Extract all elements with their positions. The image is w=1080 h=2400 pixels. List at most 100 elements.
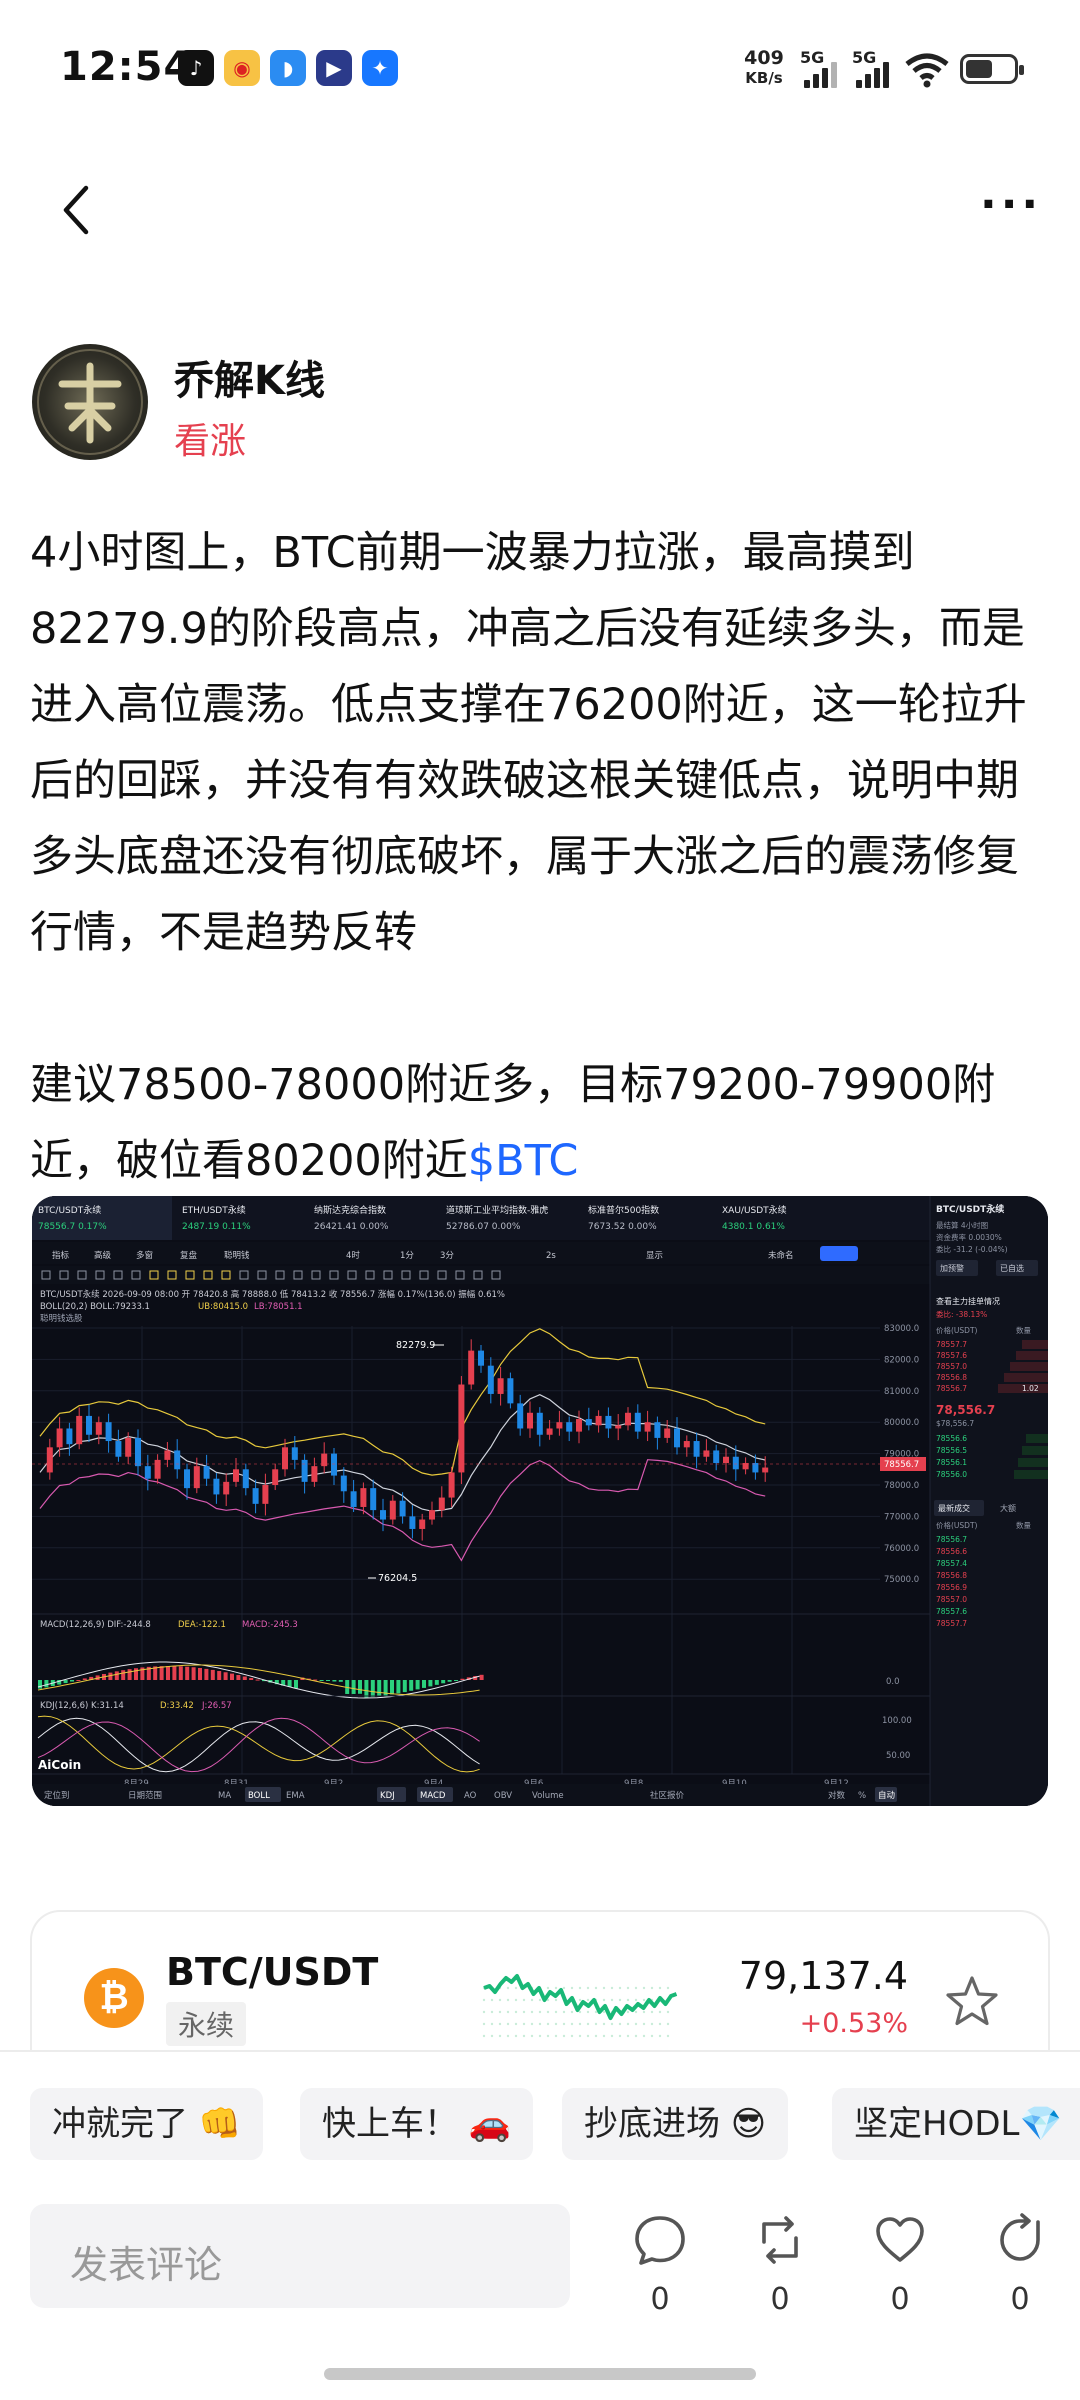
candle-body (242, 1469, 249, 1489)
share-button[interactable]: 0 (980, 2212, 1060, 2322)
macd-bar (364, 1680, 369, 1698)
chart-bottom-item-0[interactable]: 定位到 (44, 1790, 70, 1801)
chart-bottom-item-8[interactable]: OBV (494, 1791, 512, 1801)
repost-button[interactable]: 0 (740, 2212, 820, 2322)
side-info-3: 委比 -31.2 (-0.04%) (936, 1244, 1008, 1254)
share-count: 0 (1010, 2282, 1030, 2317)
reaction-chip-4[interactable]: 坚定HODL💎 (832, 2088, 1080, 2160)
macd-bar (396, 1680, 401, 1694)
chart-low-label: 76204.5 (378, 1573, 417, 1584)
chart-tab-3[interactable]: 道琼斯工业平均指数-雅虎 (446, 1204, 548, 1216)
candle-body (213, 1478, 220, 1495)
chart-toolbar-item-3[interactable]: 复盘 (180, 1250, 198, 1261)
chart-toolbar-item-1[interactable]: 高级 (94, 1250, 112, 1261)
chart-bottom-item-2[interactable]: MA (218, 1791, 231, 1801)
chart-price-tick: 80000.0 (884, 1418, 919, 1428)
comment-input[interactable]: 发表评论 (30, 2204, 570, 2308)
chart-toolbar-item-9[interactable]: 显示 (646, 1251, 663, 1261)
candle-body (105, 1422, 112, 1442)
chart-bottom-item-9[interactable]: Volume (532, 1791, 564, 1801)
macd-bar (370, 1680, 375, 1697)
candle-body (301, 1459, 308, 1482)
chart-tab-2[interactable]: 纳斯达克综合指数 (314, 1204, 386, 1216)
candle-body (233, 1469, 239, 1482)
candle-body (595, 1415, 602, 1426)
side-watch-button[interactable]: 已自选 (1000, 1263, 1024, 1273)
side-header-qty: 数量 (1016, 1325, 1032, 1335)
chart-bottom-item-10[interactable]: 社区报价 (650, 1790, 685, 1801)
chart-bottom-item-3[interactable]: BOLL (248, 1791, 270, 1801)
side-ask-row: 78557.7 (936, 1340, 967, 1349)
ticker-card[interactable]: ₿ BTC/USDT 永续 79,137.4 +0.53% (30, 1910, 1050, 2050)
chart-toolbar-item-2[interactable]: 多窗 (136, 1250, 153, 1261)
candle-body (340, 1475, 347, 1492)
candle-body (605, 1415, 612, 1429)
back-button[interactable] (56, 180, 106, 240)
macd-bar (223, 1672, 228, 1680)
candle-body (95, 1422, 102, 1435)
side-bid-row: 78556.5 (936, 1446, 967, 1455)
chart-tab-5[interactable]: XAU/USDT永续 (722, 1204, 787, 1216)
chart-toolbar-item-7[interactable]: 3分 (440, 1251, 454, 1261)
side-qty-hint: 1.02 (1022, 1384, 1039, 1393)
chart-bottom-item-7[interactable]: AO (464, 1791, 477, 1801)
candle-body (252, 1488, 259, 1504)
side-tab-latest[interactable]: 最新成交 (938, 1503, 970, 1513)
chart-toolbar-item-10[interactable]: 未命名 (768, 1250, 794, 1261)
chart-toolbar-item-6[interactable]: 1分 (400, 1251, 414, 1261)
avatar[interactable] (32, 344, 148, 460)
chart-kdj-d: D:33.42 (160, 1701, 194, 1711)
chart-bottom-item-6[interactable]: MACD (420, 1791, 446, 1801)
chart-boll-ub: UB:80415.0 (198, 1302, 248, 1312)
chart-smart-money: 聪明钱选股 (40, 1313, 83, 1324)
candle-body (556, 1422, 563, 1429)
side-tab-large[interactable]: 大额 (1000, 1503, 1016, 1513)
chart-bottom-item-1[interactable]: 日期范围 (128, 1790, 162, 1801)
reaction-chip-2[interactable]: 快上车！ 🚗 (300, 2088, 534, 2160)
comment-button[interactable]: 0 (620, 2212, 700, 2322)
candle-body (380, 1510, 386, 1520)
macd-bar (114, 1671, 119, 1680)
chart-macd-dea: DEA:-122.1 (178, 1620, 226, 1630)
ticker-sparkline (482, 1974, 678, 2038)
chart-bottom-item-13[interactable]: 自动 (878, 1790, 896, 1801)
chart-screenshot[interactable]: BTC/USDT永续 78556.7 0.17% ETH/USDT永续 2487.19… (32, 1196, 1048, 1806)
side-title: BTC/USDT永续 (936, 1203, 1004, 1215)
chart-bottom-item-4[interactable]: EMA (286, 1791, 305, 1801)
reaction-chip-1[interactable]: 冲就完了 👊 (30, 2088, 264, 2160)
macd-bar (82, 1678, 87, 1680)
candle-body (56, 1428, 63, 1448)
candle-body (487, 1365, 494, 1394)
home-indicator (324, 2368, 756, 2380)
chart-bottom-item-5[interactable]: KDJ (380, 1791, 395, 1801)
app4-icon: ▶ (316, 50, 352, 86)
chart-toolbar-item-8[interactable]: 2s (546, 1251, 556, 1261)
like-button[interactable]: 0 (860, 2212, 940, 2322)
chart-toolbar-item-0[interactable]: 指标 (52, 1250, 70, 1261)
chart-tab-0[interactable]: BTC/USDT永续 (38, 1204, 101, 1216)
more-dots-icon: ··· (980, 179, 1043, 230)
candle-body (576, 1419, 582, 1432)
candle-body (448, 1472, 455, 1498)
candle-body (174, 1450, 181, 1470)
chart-tab-4[interactable]: 标准普尔500指数 (588, 1204, 659, 1216)
sentiment-badge: 看涨 (174, 421, 247, 462)
more-button[interactable]: ··· (980, 180, 1044, 240)
star-icon[interactable] (942, 1972, 1002, 2032)
ticker-tag-link[interactable]: $BTC (468, 1136, 579, 1186)
chart-toolbar-item-4[interactable]: 聪明钱 (224, 1250, 250, 1261)
side-alert-button[interactable]: 加预警 (940, 1263, 964, 1273)
candle-body (713, 1450, 720, 1464)
author-name[interactable]: 乔解K线 (174, 348, 325, 406)
douyin-icon: ♪ (178, 50, 214, 86)
candle-body (389, 1500, 396, 1520)
candle-body (566, 1422, 573, 1432)
chart-bottom-item-12[interactable]: % (858, 1791, 866, 1801)
chart-bottom-item-11[interactable]: 对数 (828, 1790, 846, 1801)
avatar-emblem-icon (37, 349, 143, 455)
reaction-chip-3[interactable]: 抄底进场 😎 (562, 2088, 789, 2160)
candle-body (46, 1447, 53, 1473)
chart-tab-1[interactable]: ETH/USDT永续 (182, 1204, 246, 1216)
candle-body (654, 1422, 661, 1438)
chart-toolbar-item-5[interactable]: 4时 (346, 1250, 360, 1261)
